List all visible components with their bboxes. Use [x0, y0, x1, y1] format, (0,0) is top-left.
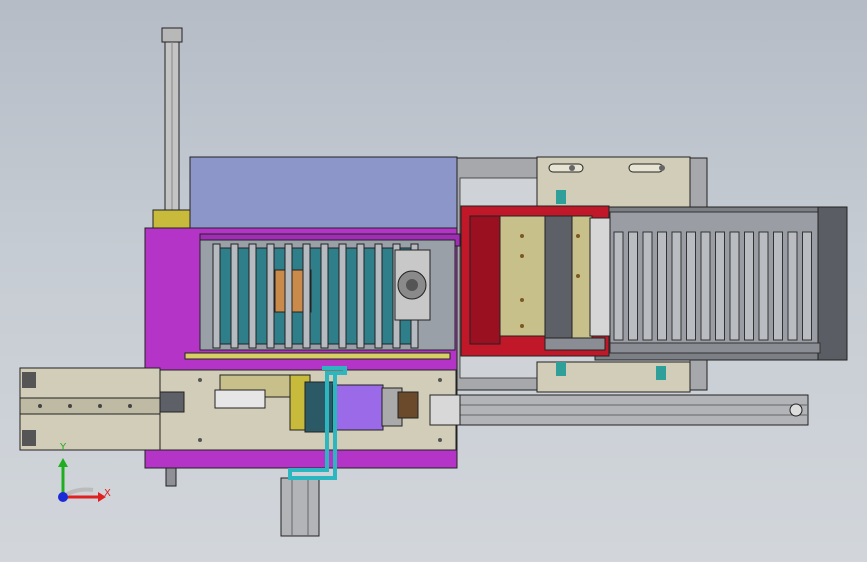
conveyor-roller — [700, 231, 711, 341]
comb-slat — [302, 243, 311, 349]
bottom-right-plate — [536, 361, 691, 393]
conveyor-roller — [686, 231, 696, 341]
conveyor-roller — [773, 231, 783, 341]
roller-conveyor — [594, 206, 848, 361]
aluminium-profile-vertical — [280, 477, 320, 537]
conveyor-roller — [628, 231, 638, 341]
comb-slat — [212, 243, 221, 349]
machine-assembly-drawing — [19, 27, 848, 537]
conveyor-roller — [642, 231, 653, 341]
comb-slat — [338, 243, 347, 349]
conveyor-roller — [787, 231, 798, 341]
y-axis-label: Y — [60, 442, 67, 453]
cad-viewport[interactable]: X Y — [0, 0, 867, 562]
comb-slat — [356, 243, 365, 349]
comb-slat — [230, 243, 239, 349]
conveyor-roller — [744, 231, 754, 341]
axis-triad-icon — [58, 458, 106, 502]
conveyor-roller — [613, 231, 624, 341]
comb-frame — [199, 239, 456, 351]
conveyor-roller — [715, 231, 725, 341]
top-right-plate — [536, 156, 691, 208]
slider-plate — [159, 369, 457, 451]
cover-panel — [189, 156, 458, 236]
comb-slat — [284, 243, 293, 349]
conveyor-roller — [671, 231, 682, 341]
left-slide-rail — [19, 367, 161, 451]
conveyor-roller — [758, 231, 769, 341]
red-block-assembly — [460, 205, 611, 357]
x-axis-label: X — [104, 488, 111, 499]
comb-slat — [266, 243, 275, 349]
conveyor-roller — [802, 231, 812, 341]
aluminium-profile-horizontal — [429, 394, 809, 426]
comb-slat — [320, 243, 329, 349]
conveyor-roller — [657, 231, 667, 341]
comb-slat — [248, 243, 257, 349]
comb-slat — [374, 243, 383, 349]
conveyor-roller — [729, 231, 740, 341]
